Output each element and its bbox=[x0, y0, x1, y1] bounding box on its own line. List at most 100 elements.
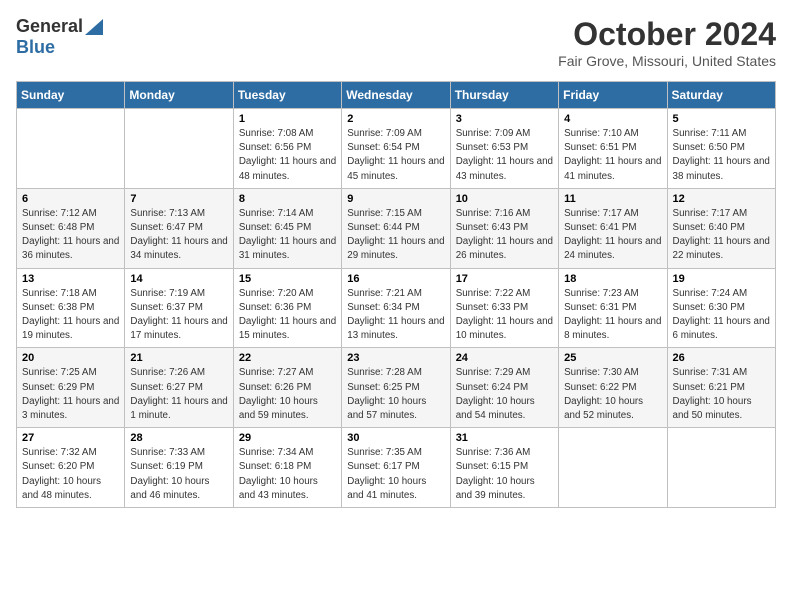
day-info: Sunrise: 7:35 AMSunset: 6:17 PMDaylight:… bbox=[347, 446, 444, 503]
logo-blue-text: Blue bbox=[16, 37, 55, 58]
sunset-text: Sunset: 6:40 PM bbox=[673, 221, 770, 235]
day-info: Sunrise: 7:08 AMSunset: 6:56 PMDaylight:… bbox=[239, 127, 336, 184]
calendar-header-row: SundayMondayTuesdayWednesdayThursdayFrid… bbox=[17, 82, 776, 109]
day-info: Sunrise: 7:20 AMSunset: 6:36 PMDaylight:… bbox=[239, 287, 336, 344]
sunset-text: Sunset: 6:41 PM bbox=[564, 221, 661, 235]
calendar-week-1: 1Sunrise: 7:08 AMSunset: 6:56 PMDaylight… bbox=[17, 109, 776, 189]
day-number: 8 bbox=[239, 193, 336, 205]
day-info: Sunrise: 7:26 AMSunset: 6:27 PMDaylight:… bbox=[130, 366, 227, 423]
logo: General Blue bbox=[16, 16, 103, 58]
daylight-text: Daylight: 10 hours and 52 minutes. bbox=[564, 395, 661, 423]
day-number: 16 bbox=[347, 273, 444, 285]
calendar-cell: 11Sunrise: 7:17 AMSunset: 6:41 PMDayligh… bbox=[559, 188, 667, 268]
day-info: Sunrise: 7:10 AMSunset: 6:51 PMDaylight:… bbox=[564, 127, 661, 184]
weekday-header-friday: Friday bbox=[559, 82, 667, 109]
sunset-text: Sunset: 6:27 PM bbox=[130, 381, 227, 395]
sunset-text: Sunset: 6:21 PM bbox=[673, 381, 770, 395]
day-info: Sunrise: 7:31 AMSunset: 6:21 PMDaylight:… bbox=[673, 366, 770, 423]
sunset-text: Sunset: 6:15 PM bbox=[456, 460, 553, 474]
daylight-text: Daylight: 11 hours and 38 minutes. bbox=[673, 155, 770, 183]
sunrise-text: Sunrise: 7:17 AM bbox=[564, 207, 661, 221]
daylight-text: Daylight: 11 hours and 45 minutes. bbox=[347, 155, 444, 183]
sunrise-text: Sunrise: 7:22 AM bbox=[456, 287, 553, 301]
daylight-text: Daylight: 11 hours and 41 minutes. bbox=[564, 155, 661, 183]
sunrise-text: Sunrise: 7:33 AM bbox=[130, 446, 227, 460]
calendar-cell: 17Sunrise: 7:22 AMSunset: 6:33 PMDayligh… bbox=[450, 268, 558, 348]
daylight-text: Daylight: 10 hours and 43 minutes. bbox=[239, 475, 336, 503]
sunrise-text: Sunrise: 7:25 AM bbox=[22, 366, 119, 380]
sunset-text: Sunset: 6:54 PM bbox=[347, 141, 444, 155]
calendar-cell: 30 Sunrise: 7:35 AMSunset: 6:17 PMDayligh… bbox=[342, 428, 450, 508]
day-info: Sunrise: 7:19 AMSunset: 6:37 PMDaylight:… bbox=[130, 287, 227, 344]
day-info: Sunrise: 7:18 AMSunset: 6:38 PMDaylight:… bbox=[22, 287, 119, 344]
daylight-text: Daylight: 11 hours and 26 minutes. bbox=[456, 235, 553, 263]
sunset-text: Sunset: 6:20 PM bbox=[22, 460, 119, 474]
daylight-text: Daylight: 11 hours and 31 minutes. bbox=[239, 235, 336, 263]
sunset-text: Sunset: 6:25 PM bbox=[347, 381, 444, 395]
daylight-text: Daylight: 11 hours and 43 minutes. bbox=[456, 155, 553, 183]
sunrise-text: Sunrise: 7:30 AM bbox=[564, 366, 661, 380]
daylight-text: Daylight: 10 hours and 57 minutes. bbox=[347, 395, 444, 423]
day-number: 24 bbox=[456, 352, 553, 364]
sunrise-text: Sunrise: 7:14 AM bbox=[239, 207, 336, 221]
day-info: Sunrise: 7:15 AMSunset: 6:44 PMDaylight:… bbox=[347, 207, 444, 264]
calendar-cell: 10Sunrise: 7:16 AMSunset: 6:43 PMDayligh… bbox=[450, 188, 558, 268]
calendar-title: October 2024 bbox=[558, 16, 776, 53]
day-info: Sunrise: 7:30 AMSunset: 6:22 PMDaylight:… bbox=[564, 366, 661, 423]
daylight-text: Daylight: 10 hours and 50 minutes. bbox=[673, 395, 770, 423]
calendar-cell: 12Sunrise: 7:17 AMSunset: 6:40 PMDayligh… bbox=[667, 188, 775, 268]
sunset-text: Sunset: 6:19 PM bbox=[130, 460, 227, 474]
day-number: 15 bbox=[239, 273, 336, 285]
sunset-text: Sunset: 6:31 PM bbox=[564, 301, 661, 315]
calendar-cell: 16Sunrise: 7:21 AMSunset: 6:34 PMDayligh… bbox=[342, 268, 450, 348]
calendar-cell: 26Sunrise: 7:31 AMSunset: 6:21 PMDayligh… bbox=[667, 348, 775, 428]
daylight-text: Daylight: 11 hours and 36 minutes. bbox=[22, 235, 119, 263]
day-number: 2 bbox=[347, 113, 444, 125]
sunrise-text: Sunrise: 7:35 AM bbox=[347, 446, 444, 460]
day-info: Sunrise: 7:17 AMSunset: 6:41 PMDaylight:… bbox=[564, 207, 661, 264]
calendar-cell: 7Sunrise: 7:13 AMSunset: 6:47 PMDaylight… bbox=[125, 188, 233, 268]
daylight-text: Daylight: 11 hours and 24 minutes. bbox=[564, 235, 661, 263]
weekday-header-tuesday: Tuesday bbox=[233, 82, 341, 109]
day-info: Sunrise: 7:16 AMSunset: 6:43 PMDaylight:… bbox=[456, 207, 553, 264]
calendar-cell: 13Sunrise: 7:18 AMSunset: 6:38 PMDayligh… bbox=[17, 268, 125, 348]
daylight-text: Daylight: 10 hours and 48 minutes. bbox=[22, 475, 119, 503]
day-info: Sunrise: 7:13 AMSunset: 6:47 PMDaylight:… bbox=[130, 207, 227, 264]
calendar-cell: 31Sunrise: 7:36 AMSunset: 6:15 PMDayligh… bbox=[450, 428, 558, 508]
sunrise-text: Sunrise: 7:09 AM bbox=[347, 127, 444, 141]
calendar-week-5: 27Sunrise: 7:32 AMSunset: 6:20 PMDayligh… bbox=[17, 428, 776, 508]
calendar-cell: 4Sunrise: 7:10 AMSunset: 6:51 PMDaylight… bbox=[559, 109, 667, 189]
day-info: Sunrise: 7:11 AMSunset: 6:50 PMDaylight:… bbox=[673, 127, 770, 184]
calendar-cell: 14Sunrise: 7:19 AMSunset: 6:37 PMDayligh… bbox=[125, 268, 233, 348]
sunset-text: Sunset: 6:36 PM bbox=[239, 301, 336, 315]
day-number: 18 bbox=[564, 273, 661, 285]
day-info: Sunrise: 7:28 AMSunset: 6:25 PMDaylight:… bbox=[347, 366, 444, 423]
day-number: 31 bbox=[456, 432, 553, 444]
daylight-text: Daylight: 11 hours and 6 minutes. bbox=[673, 315, 770, 343]
calendar-week-2: 6Sunrise: 7:12 AMSunset: 6:48 PMDaylight… bbox=[17, 188, 776, 268]
day-number: 30 bbox=[347, 432, 444, 444]
sunset-text: Sunset: 6:43 PM bbox=[456, 221, 553, 235]
sunset-text: Sunset: 6:26 PM bbox=[239, 381, 336, 395]
calendar-cell: 19Sunrise: 7:24 AMSunset: 6:30 PMDayligh… bbox=[667, 268, 775, 348]
calendar-cell bbox=[17, 109, 125, 189]
sunset-text: Sunset: 6:18 PM bbox=[239, 460, 336, 474]
calendar-cell: 3Sunrise: 7:09 AMSunset: 6:53 PMDaylight… bbox=[450, 109, 558, 189]
calendar-cell: 27Sunrise: 7:32 AMSunset: 6:20 PMDayligh… bbox=[17, 428, 125, 508]
calendar-cell: 29Sunrise: 7:34 AMSunset: 6:18 PMDayligh… bbox=[233, 428, 341, 508]
daylight-text: Daylight: 11 hours and 48 minutes. bbox=[239, 155, 336, 183]
sunset-text: Sunset: 6:34 PM bbox=[347, 301, 444, 315]
day-info: Sunrise: 7:22 AMSunset: 6:33 PMDaylight:… bbox=[456, 287, 553, 344]
sunrise-text: Sunrise: 7:12 AM bbox=[22, 207, 119, 221]
day-info: Sunrise: 7:09 AMSunset: 6:54 PMDaylight:… bbox=[347, 127, 444, 184]
sunset-text: Sunset: 6:33 PM bbox=[456, 301, 553, 315]
daylight-text: Daylight: 10 hours and 59 minutes. bbox=[239, 395, 336, 423]
sunrise-text: Sunrise: 7:34 AM bbox=[239, 446, 336, 460]
sunset-text: Sunset: 6:17 PM bbox=[347, 460, 444, 474]
daylight-text: Daylight: 11 hours and 3 minutes. bbox=[22, 395, 119, 423]
sunset-text: Sunset: 6:22 PM bbox=[564, 381, 661, 395]
day-info: Sunrise: 7:09 AMSunset: 6:53 PMDaylight:… bbox=[456, 127, 553, 184]
sunrise-text: Sunrise: 7:08 AM bbox=[239, 127, 336, 141]
sunrise-text: Sunrise: 7:36 AM bbox=[456, 446, 553, 460]
calendar-cell: 8Sunrise: 7:14 AMSunset: 6:45 PMDaylight… bbox=[233, 188, 341, 268]
